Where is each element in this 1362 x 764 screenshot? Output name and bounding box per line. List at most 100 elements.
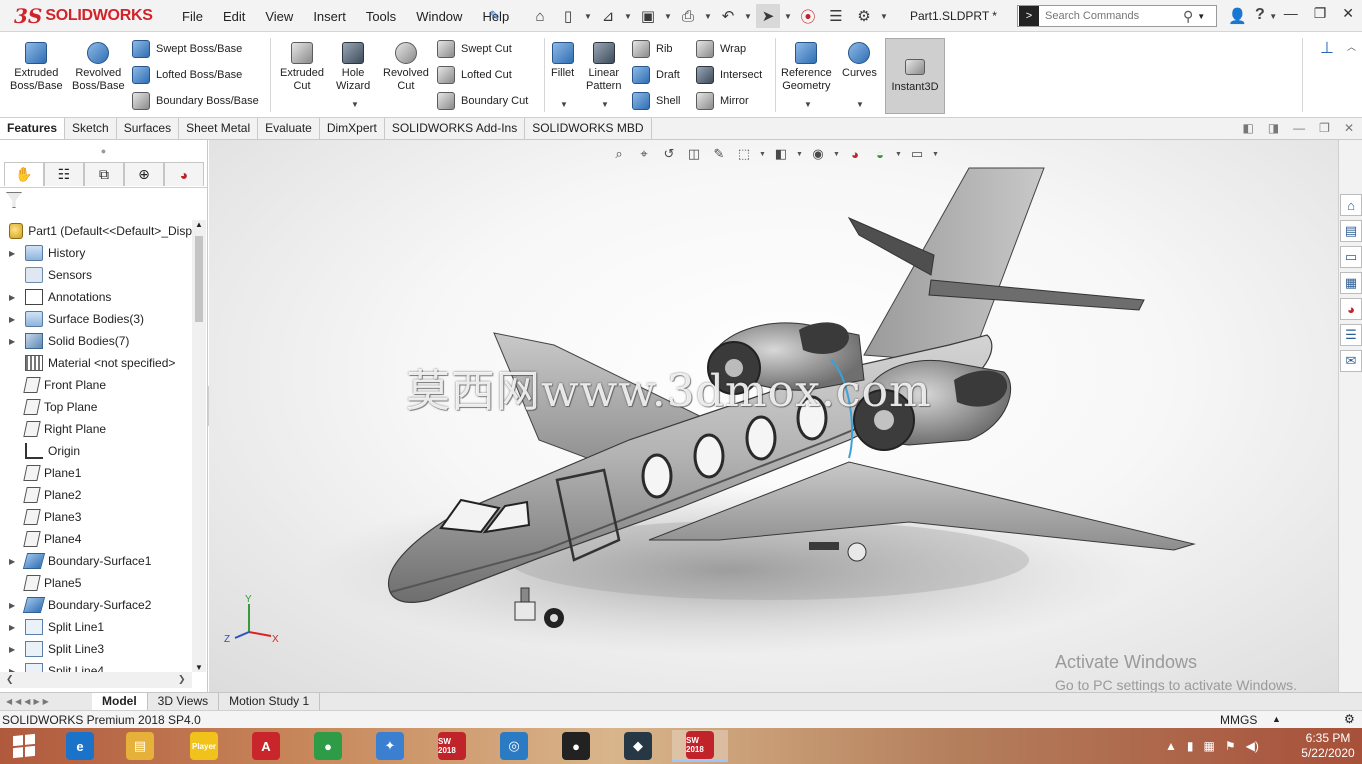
property-manager-tab-icon[interactable]: ☷	[44, 162, 84, 186]
user-account-icon[interactable]: 👤	[1228, 7, 1247, 25]
tree-item[interactable]: Plane4	[0, 528, 192, 550]
menu-edit[interactable]: Edit	[213, 9, 255, 24]
taskbar-app-solidworks-2018-a[interactable]: SW 2018	[424, 730, 480, 762]
tab-model[interactable]: Model	[92, 693, 148, 710]
taskbar-app-internet-explorer[interactable]: e	[52, 730, 108, 762]
boundary-boss-base-button[interactable]: Boundary Boss/Base	[132, 90, 259, 112]
lofted-boss-base-button[interactable]: Lofted Boss/Base	[132, 64, 242, 86]
chevron-down-icon[interactable]: ▼	[601, 100, 609, 109]
close-icon[interactable]: ✕	[1342, 5, 1354, 22]
expand-arrow-icon[interactable]: ▶	[9, 315, 19, 324]
tree-item[interactable]: Right Plane	[0, 418, 192, 440]
tab-sketch[interactable]: Sketch	[65, 118, 117, 139]
design-library-icon[interactable]: ▤	[1340, 220, 1362, 242]
expand-arrow-icon[interactable]: ▶	[9, 623, 19, 632]
swept-cut-button[interactable]: Swept Cut	[437, 38, 512, 60]
search-input[interactable]	[1039, 10, 1179, 22]
chevron-up-icon[interactable]: ︿	[1347, 40, 1356, 53]
tab-surfaces[interactable]: Surfaces	[117, 118, 180, 139]
new-document-icon[interactable]: ▯	[556, 4, 580, 28]
rebuild-traffic-light-icon[interactable]: ⦿	[796, 4, 820, 28]
tree-item[interactable]: ▶ History	[0, 242, 192, 264]
dimension-icon[interactable]: ⊥	[1320, 38, 1334, 58]
taskbar-app-browser-ring[interactable]: ◎	[486, 730, 542, 762]
save-icon[interactable]: ▣	[636, 4, 660, 28]
tab-evaluate[interactable]: Evaluate	[258, 118, 320, 139]
panel-splitter-dot[interactable]: ●	[0, 140, 207, 162]
tree-item[interactable]: Plane1	[0, 462, 192, 484]
pin-menu-icon[interactable]: ✎	[489, 8, 500, 24]
taskbar-app-photos[interactable]: ✦	[362, 730, 418, 762]
chevron-down-icon[interactable]: ▼	[560, 100, 568, 109]
taskbar-app-chrome[interactable]: ●	[300, 730, 356, 762]
tree-item[interactable]: ▶ Split Line4	[0, 660, 192, 672]
scrollbar-thumb[interactable]	[195, 236, 203, 322]
graphics-area[interactable]: ⌕ ⌖ ↺ ◫ ✎ ⬚ ▼ ◧ ▼ ◉ ▼ ◕ ◒ ▼ ▭ ▼ 莫西网www.3…	[209, 140, 1338, 692]
print-icon[interactable]: ⎙	[676, 4, 700, 28]
minimize-icon[interactable]: —	[1293, 121, 1305, 135]
help-icon[interactable]: ? ▼	[1255, 6, 1277, 24]
revolved-boss-base-button[interactable]: Revolved Boss/Base	[72, 42, 125, 93]
shell-button[interactable]: Shell	[632, 90, 680, 112]
custom-properties-icon[interactable]: ☰	[1340, 324, 1362, 346]
tab-sheet-metal[interactable]: Sheet Metal	[179, 118, 259, 139]
home-icon[interactable]: ⌂	[528, 4, 552, 28]
chevron-down-icon[interactable]: ▼	[804, 100, 812, 109]
fillet-button[interactable]: Fillet	[551, 42, 574, 80]
chevron-down-icon[interactable]: ▼	[880, 12, 888, 21]
chevron-down-icon[interactable]: ▼	[856, 100, 864, 109]
wrap-button[interactable]: Wrap	[696, 38, 746, 60]
undo-icon[interactable]: ↶	[716, 4, 740, 28]
extruded-cut-button[interactable]: Extruded Cut	[280, 42, 324, 93]
mirror-button[interactable]: Mirror	[696, 90, 749, 112]
expand-arrow-icon[interactable]: ▶	[9, 293, 19, 302]
chevron-down-icon[interactable]: ▼	[351, 100, 359, 109]
tree-item[interactable]: Top Plane	[0, 396, 192, 418]
expand-arrow-icon[interactable]: ▶	[9, 601, 19, 610]
solidworks-resources-icon[interactable]: ⌂	[1340, 194, 1362, 216]
dimxpert-manager-tab-icon[interactable]: ⊕	[124, 162, 164, 186]
tree-item[interactable]: ▶ Surface Bodies(3)	[0, 308, 192, 330]
hole-wizard-button[interactable]: Hole Wizard	[336, 42, 370, 93]
tab-solidworks-mbd[interactable]: SOLIDWORKS MBD	[525, 118, 652, 139]
chevron-down-icon[interactable]: ▼	[584, 12, 592, 21]
lofted-cut-button[interactable]: Lofted Cut	[437, 64, 512, 86]
tab-solidworks-add-ins[interactable]: SOLIDWORKS Add-Ins	[385, 118, 526, 139]
tab-3d-views[interactable]: 3D Views	[148, 693, 220, 710]
menu-file[interactable]: File	[172, 9, 213, 24]
tab-dimxpert[interactable]: DimXpert	[320, 118, 385, 139]
minimize-icon[interactable]: —	[1284, 5, 1298, 22]
tree-item[interactable]: ▶ Split Line1	[0, 616, 192, 638]
taskbar-app-recorder[interactable]: ●	[548, 730, 604, 762]
reference-geometry-button[interactable]: Reference Geometry	[781, 42, 832, 93]
chevron-down-icon[interactable]: ▼	[1197, 12, 1205, 21]
close-icon[interactable]: ✕	[1344, 121, 1354, 135]
menu-tools[interactable]: Tools	[356, 9, 406, 24]
search-icon[interactable]: ⚲	[1183, 8, 1193, 25]
volume-icon[interactable]: ◀)	[1246, 739, 1259, 753]
menu-view[interactable]: View	[255, 9, 303, 24]
menu-insert[interactable]: Insert	[303, 9, 356, 24]
chevron-right-icon[interactable]: ❯	[178, 674, 186, 685]
file-explorer-icon[interactable]: ▭	[1340, 246, 1362, 268]
restore-icon[interactable]: ❐	[1314, 5, 1327, 22]
filter-icon[interactable]	[6, 192, 22, 208]
tree-item[interactable]: ▶ Boundary-Surface2	[0, 594, 192, 616]
battery-icon[interactable]: ▮	[1187, 739, 1194, 753]
taskbar-app-solidworks-2018-b[interactable]: SW 2018	[672, 730, 728, 762]
tab-motion-study-1[interactable]: Motion Study 1	[219, 693, 321, 710]
intersect-button[interactable]: Intersect	[696, 64, 762, 86]
expand-arrow-icon[interactable]: ▶	[9, 337, 19, 346]
expand-arrow-icon[interactable]: ▶	[9, 557, 19, 566]
appearances-icon[interactable]: ◕	[1340, 298, 1362, 320]
taskbar-clock[interactable]: 6:35 PM 5/22/2020	[1294, 731, 1362, 761]
configuration-manager-tab-icon[interactable]: ⧉	[84, 162, 124, 186]
chevron-down-icon[interactable]: ▼	[664, 12, 672, 21]
boundary-cut-button[interactable]: Boundary Cut	[437, 90, 528, 112]
chevron-down-icon[interactable]: ▼	[704, 12, 712, 21]
tree-item[interactable]: ▶ Split Line3	[0, 638, 192, 660]
taskbar-app-file-explorer[interactable]: ▤	[112, 730, 168, 762]
tree-item[interactable]: Origin	[0, 440, 192, 462]
tree-item[interactable]: Front Plane	[0, 374, 192, 396]
notification-flag-icon[interactable]: ⚑	[1225, 739, 1236, 753]
